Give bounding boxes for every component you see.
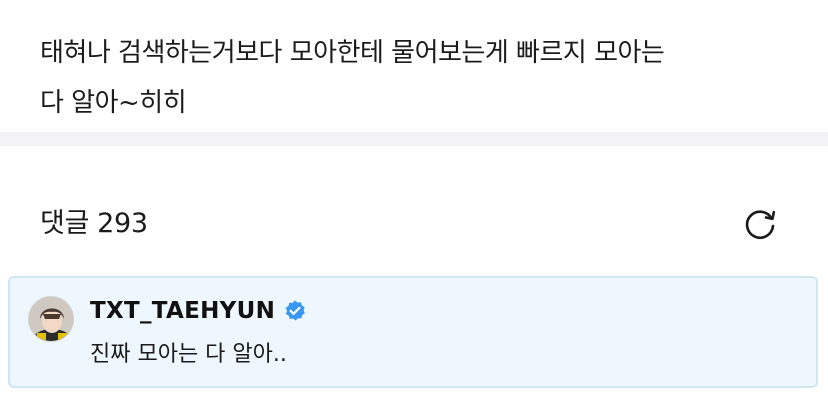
pinned-comment[interactable]: TXT_TAEHYUN 진짜 모아는 다 알아..: [8, 276, 818, 388]
post-text: 태혀나 검색하는거보다 모아한테 물어보는게 빠르지 모아는 다 알아~히히: [40, 28, 800, 128]
verified-badge-icon: [285, 300, 306, 321]
author-name[interactable]: TXT_TAEHYUN: [90, 298, 275, 324]
comments-count: 293: [97, 208, 148, 239]
section-divider: [0, 132, 828, 146]
comments-header: 댓글 293: [0, 146, 828, 274]
comments-label: 댓글: [40, 208, 90, 239]
post-body: 태혀나 검색하는거보다 모아한테 물어보는게 빠르지 모아는 다 알아~히히: [0, 0, 828, 132]
refresh-icon: [745, 210, 776, 239]
refresh-button[interactable]: [738, 202, 782, 246]
post-text-line-1: 태혀나 검색하는거보다 모아한테 물어보는게 빠르지 모아는: [40, 38, 665, 68]
post-text-line-2: 다 알아~히히: [40, 88, 187, 118]
comment-text: 진짜 모아는 다 알아..: [90, 342, 287, 367]
avatar[interactable]: [28, 296, 74, 342]
author-row: TXT_TAEHYUN: [90, 294, 307, 328]
avatar-image: [29, 297, 73, 341]
comments-title: 댓글 293: [40, 206, 148, 242]
